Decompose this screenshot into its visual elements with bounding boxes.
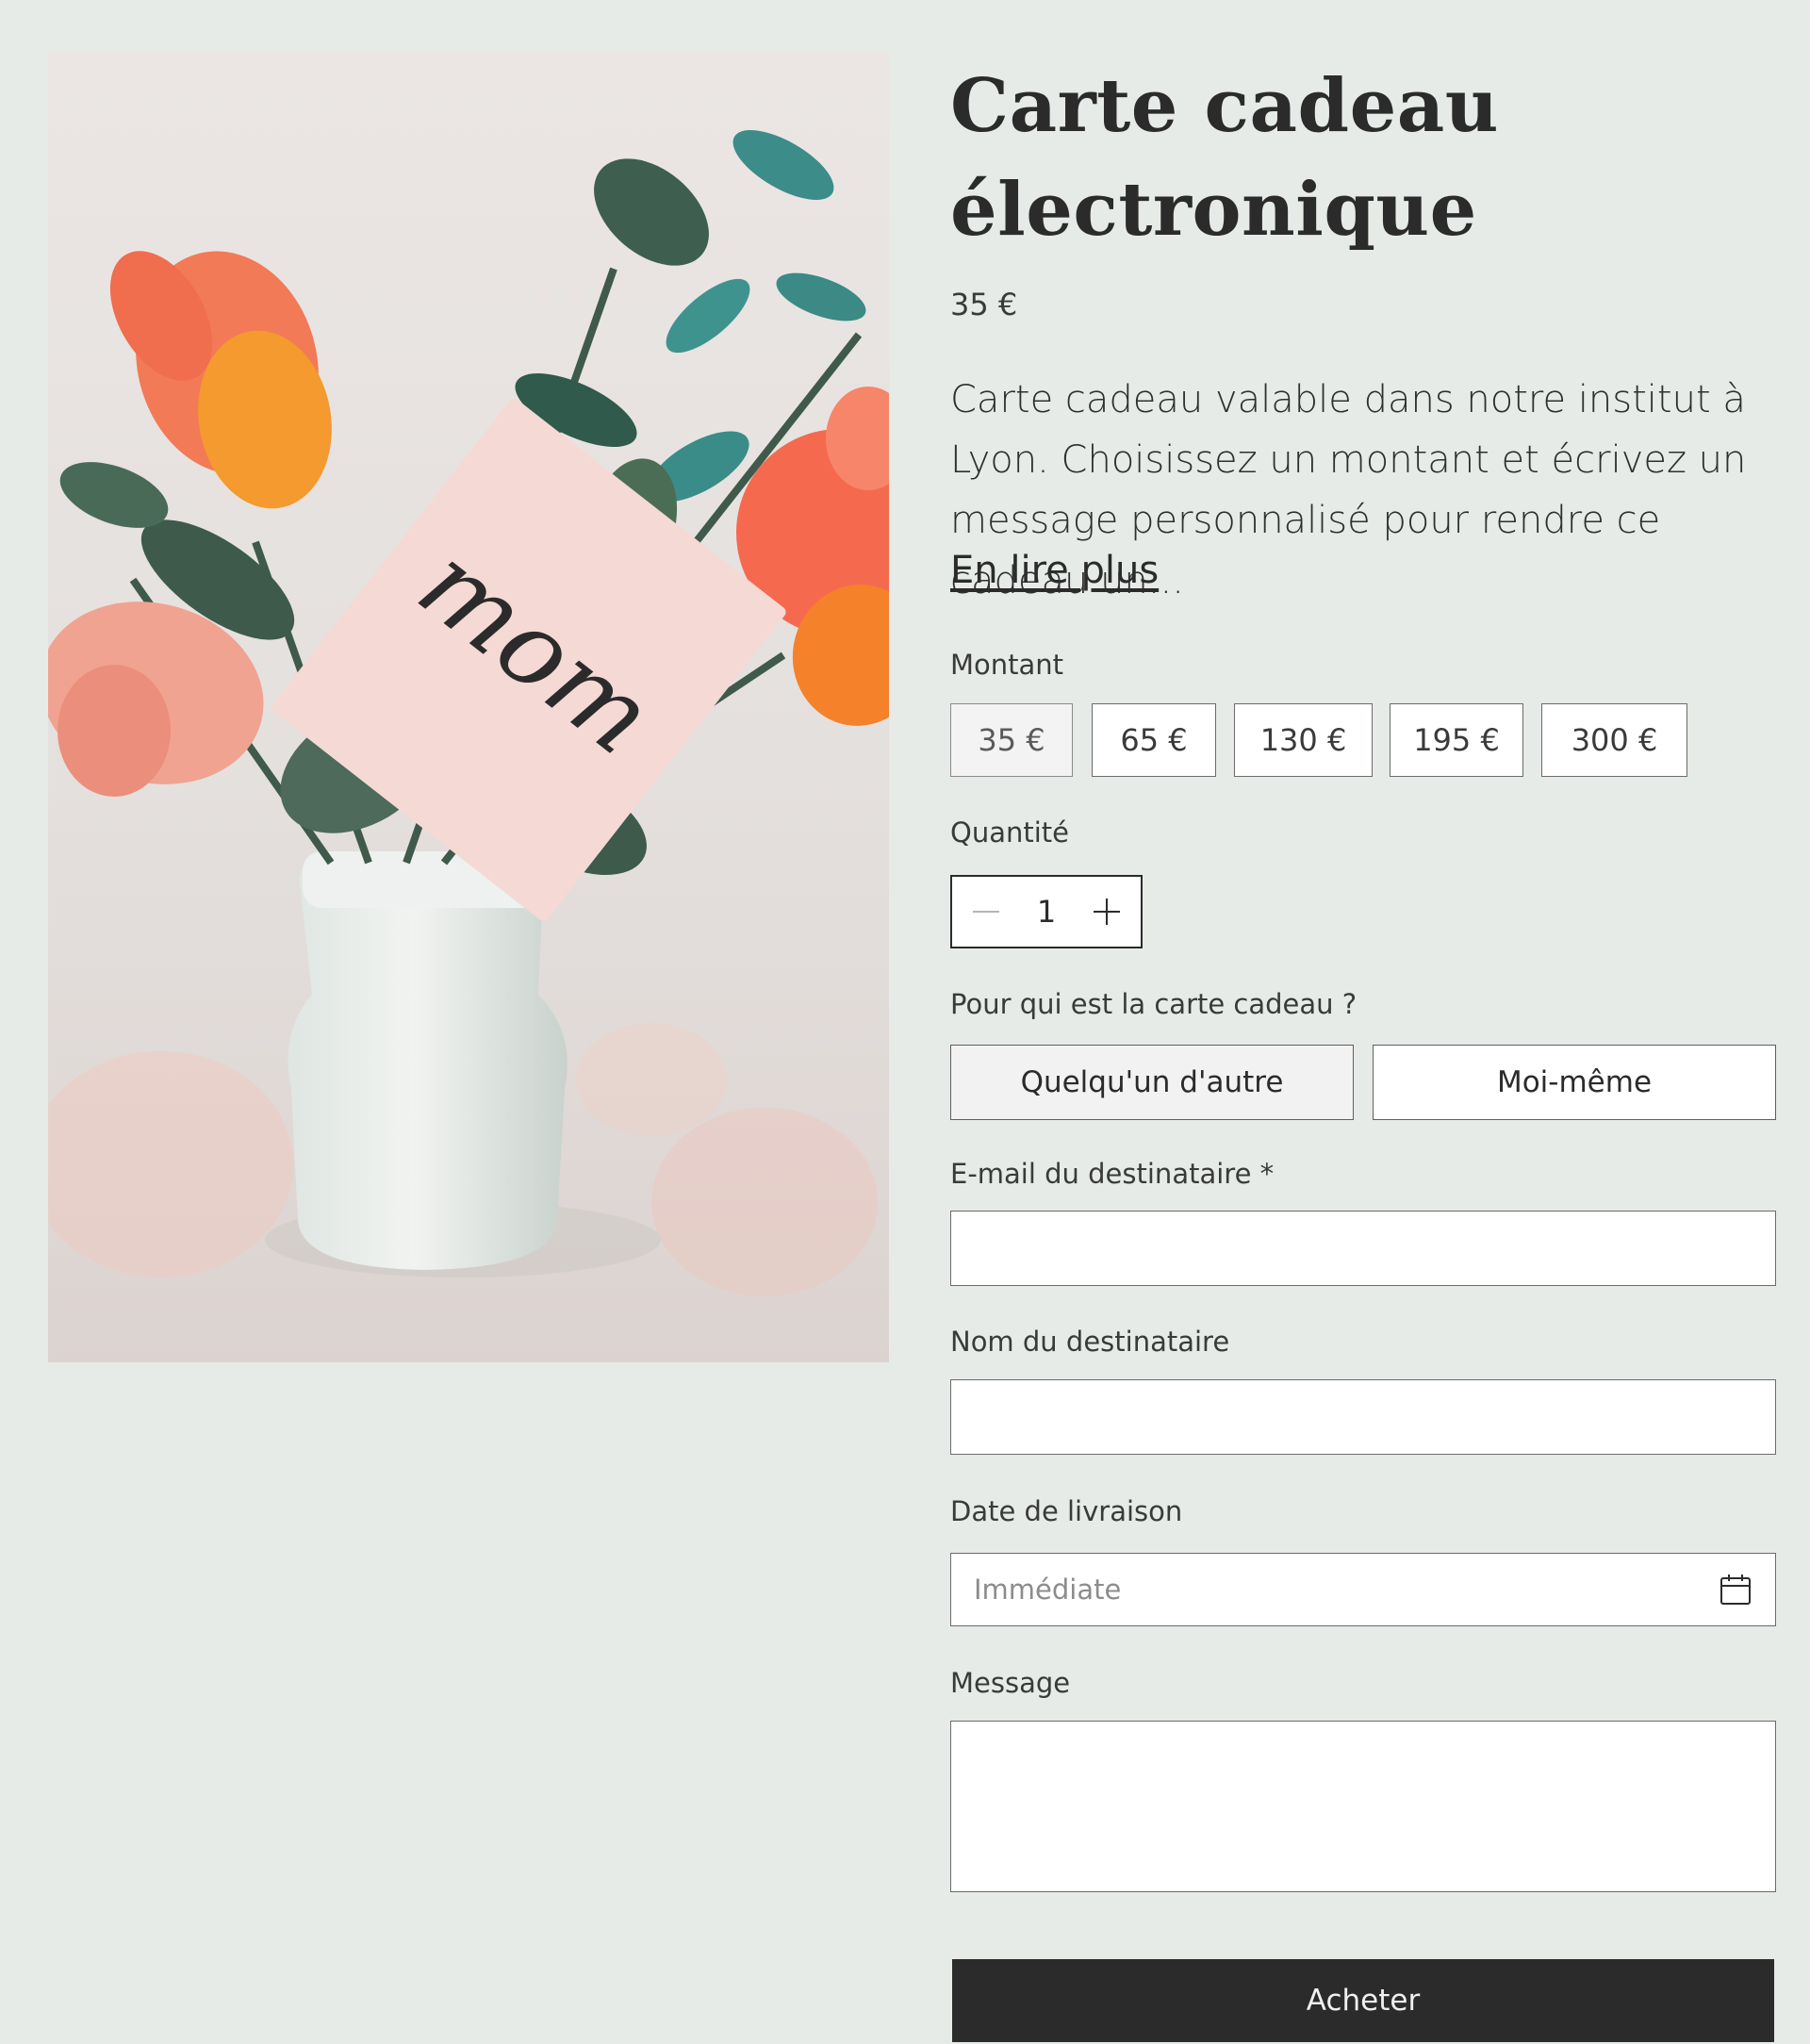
delivery-date-box (950, 1553, 1776, 1626)
delivery-date-field[interactable] (951, 1554, 1775, 1625)
name-label: Nom du destinataire (950, 1326, 1230, 1358)
delivery-date-label: Date de livraison (950, 1495, 1183, 1527)
quantity-value: 1 (1036, 894, 1057, 930)
amount-option-65[interactable]: 65 € (1092, 703, 1216, 777)
message-field-box (950, 1721, 1776, 1892)
minus-icon (973, 911, 999, 913)
recipient-someone-else-button[interactable]: Quelqu'un d'autre (950, 1045, 1354, 1120)
message-field[interactable] (951, 1722, 1775, 1891)
flowers-photo: mom (48, 52, 889, 1362)
email-field-box (950, 1211, 1776, 1286)
page-title: Carte cadeau électronique (950, 55, 1776, 262)
amount-option-130[interactable]: 130 € (1234, 703, 1373, 777)
amount-option-195[interactable]: 195 € (1390, 703, 1523, 777)
email-label: E-mail du destinataire * (950, 1158, 1275, 1190)
product-price: 35 € (950, 287, 1018, 322)
amount-option-300[interactable]: 300 € (1541, 703, 1687, 777)
plus-icon (1093, 898, 1120, 925)
recipient-myself-button[interactable]: Moi-même (1373, 1045, 1776, 1120)
recipient-type-label: Pour qui est la carte cadeau ? (950, 988, 1358, 1020)
quantity-label: Quantité (950, 816, 1069, 849)
title-line-2: électronique (950, 167, 1477, 253)
amount-label: Montant (950, 649, 1064, 681)
amount-option-35[interactable]: 35 € (950, 703, 1073, 777)
increment-button[interactable] (1073, 877, 1141, 947)
name-field-box (950, 1379, 1776, 1455)
product-image: mom (48, 52, 889, 1362)
name-field[interactable] (951, 1380, 1775, 1454)
read-more-link[interactable]: En lire plus (950, 549, 1159, 592)
calendar-icon[interactable] (1719, 1573, 1752, 1607)
buy-button[interactable]: Acheter (952, 1959, 1774, 2042)
quantity-stepper[interactable]: 1 (950, 875, 1143, 948)
decrement-button[interactable] (952, 877, 1020, 947)
message-label: Message (950, 1667, 1071, 1699)
email-field[interactable] (951, 1212, 1775, 1285)
title-line-1: Carte cadeau (950, 63, 1499, 149)
